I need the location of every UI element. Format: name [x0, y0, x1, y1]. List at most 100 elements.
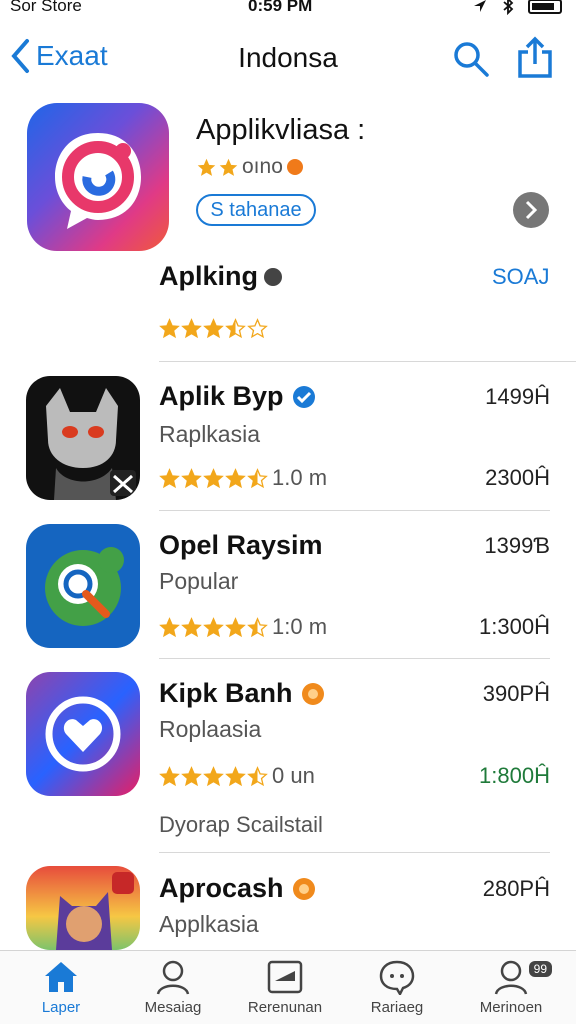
chat-logo-icon: [55, 133, 141, 229]
featured-app-name[interactable]: Aplking: [159, 261, 282, 292]
tab-chat[interactable]: Rariaeg: [342, 959, 452, 1016]
tab-label: Merinoen: [479, 999, 543, 1016]
star-icon: [159, 616, 180, 637]
featured-app-name-text: Aplking: [159, 261, 258, 291]
tab-bar: Laper Mesaiag Rerenunan Rariaeg 99 Merin…: [0, 950, 576, 1024]
star-icon: [203, 467, 224, 488]
price[interactable]: 1:300Ĥ: [479, 614, 550, 640]
app-developer: Dyorap Scailstail: [159, 812, 323, 837]
search-app-logo-icon: [45, 547, 124, 626]
search-icon[interactable]: [452, 40, 490, 78]
tab-messages[interactable]: Mesaiag: [118, 959, 228, 1016]
developer-badge-icon: [264, 267, 282, 286]
star-icon: [247, 616, 268, 637]
star-icon: [181, 467, 202, 488]
tab-label: Laper: [41, 999, 81, 1016]
app-name-text: Opel Raysim: [159, 530, 323, 560]
star-icon: [203, 318, 224, 339]
star-icon: [225, 765, 246, 786]
star-icon: [247, 467, 268, 488]
star-icon: [203, 765, 224, 786]
rating-count: 1.0 m: [272, 465, 328, 490]
featured-title: Apрlіkvliasa :: [196, 114, 366, 146]
price[interactable]: 1:800Ĥ: [479, 763, 550, 789]
star-rating: [159, 467, 268, 489]
star-icon: [159, 467, 180, 488]
app-icon-kipk-banh[interactable]: [26, 672, 140, 796]
price-top[interactable]: 1399Ɓ: [484, 533, 550, 559]
clock: 0:59 PM: [248, 0, 313, 15]
divider: [159, 658, 550, 659]
star-icon: [225, 616, 246, 637]
orange-badge-icon: [292, 877, 315, 900]
app-name-text: Aplik Byp: [159, 381, 284, 411]
star-icon: [247, 318, 268, 339]
chevron-right-icon: [525, 200, 538, 220]
featured-rating: oıno: [196, 155, 304, 179]
featured-get-button[interactable]: SOAJ: [492, 264, 549, 290]
app-rating: 1.0 m: [159, 465, 327, 491]
app-rating: 1:0 m: [159, 614, 327, 640]
chat-icon: [379, 960, 415, 995]
star-icon: [181, 765, 202, 786]
app-icon-aplik-byp[interactable]: [26, 376, 140, 500]
featured-rating-text: oıno: [242, 155, 283, 178]
carrier-label: Sor Store: [10, 0, 82, 15]
star-icon: [247, 765, 268, 786]
app-name[interactable]: Aprocash: [159, 873, 316, 904]
app-name-text: Aprocash: [159, 873, 284, 903]
battery-icon: [528, 0, 562, 14]
cat-art-icon: [56, 872, 134, 950]
featured-small-stars: [196, 157, 239, 178]
featured-next-button[interactable]: [513, 192, 549, 228]
star-icon: [181, 616, 202, 637]
app-subtitle: Roplaasia: [159, 716, 262, 742]
orange-badge-icon: [301, 682, 324, 705]
app-icon-opel-raysim[interactable]: [26, 524, 140, 648]
star-icon: [159, 765, 180, 786]
price-top[interactable]: 280PĤ: [483, 876, 550, 902]
featured-app-icon[interactable]: [27, 103, 169, 251]
app-name-text: Kipk Banh: [159, 678, 293, 708]
tab-account[interactable]: 99 Merinoen: [456, 959, 566, 1016]
tab-home[interactable]: Laper: [6, 959, 116, 1016]
divider: [159, 510, 550, 511]
rating-count: 0 un: [272, 763, 315, 788]
star-rating: [159, 616, 268, 638]
price-top[interactable]: 390PĤ: [483, 681, 550, 707]
divider: [159, 852, 550, 853]
bluetooth-icon: [503, 0, 514, 15]
app-name[interactable]: Opel Raysim: [159, 530, 323, 561]
account-icon: [494, 960, 528, 995]
star-icon: [203, 616, 224, 637]
share-icon[interactable]: [516, 36, 554, 80]
app-subtitle: Popular: [159, 568, 239, 594]
price-top[interactable]: 1499Ĥ: [485, 384, 550, 410]
status-bar: Sor Store 0:59 PM: [0, 0, 576, 18]
star-icon: [159, 318, 180, 339]
star-icon: [225, 467, 246, 488]
tab-label: Rariaeg: [370, 999, 424, 1016]
nav-bar: Exaat Indonsa: [0, 30, 576, 90]
price[interactable]: 2300Ĥ: [485, 465, 550, 491]
profile-icon: [156, 960, 190, 995]
app-name[interactable]: Kipk Banh: [159, 678, 325, 709]
tab-cards[interactable]: Rerenunan: [230, 959, 340, 1016]
rating-count: 1:0 m: [272, 614, 328, 639]
featured-pill-button[interactable]: S tahanae: [196, 194, 316, 226]
verified-badge-icon: [292, 385, 315, 408]
app-icon-aprocash[interactable]: [26, 866, 140, 950]
notification-badge: 99: [528, 961, 552, 977]
app-name[interactable]: Aplik Byp: [159, 381, 316, 412]
card-icon: [267, 960, 303, 994]
featured-star-rating: [159, 318, 268, 339]
app-rating: 0 un: [159, 763, 315, 789]
star-icon: [181, 318, 202, 339]
star-icon: [225, 318, 246, 339]
heart-logo-icon: [45, 696, 121, 772]
app-subtitle: Raplkasia: [159, 421, 260, 447]
app-subtitle: Applkasia: [159, 911, 259, 937]
tab-label: Rerenunan: [247, 999, 323, 1016]
tab-label: Mesaiag: [144, 999, 202, 1016]
home-icon: [45, 962, 77, 992]
